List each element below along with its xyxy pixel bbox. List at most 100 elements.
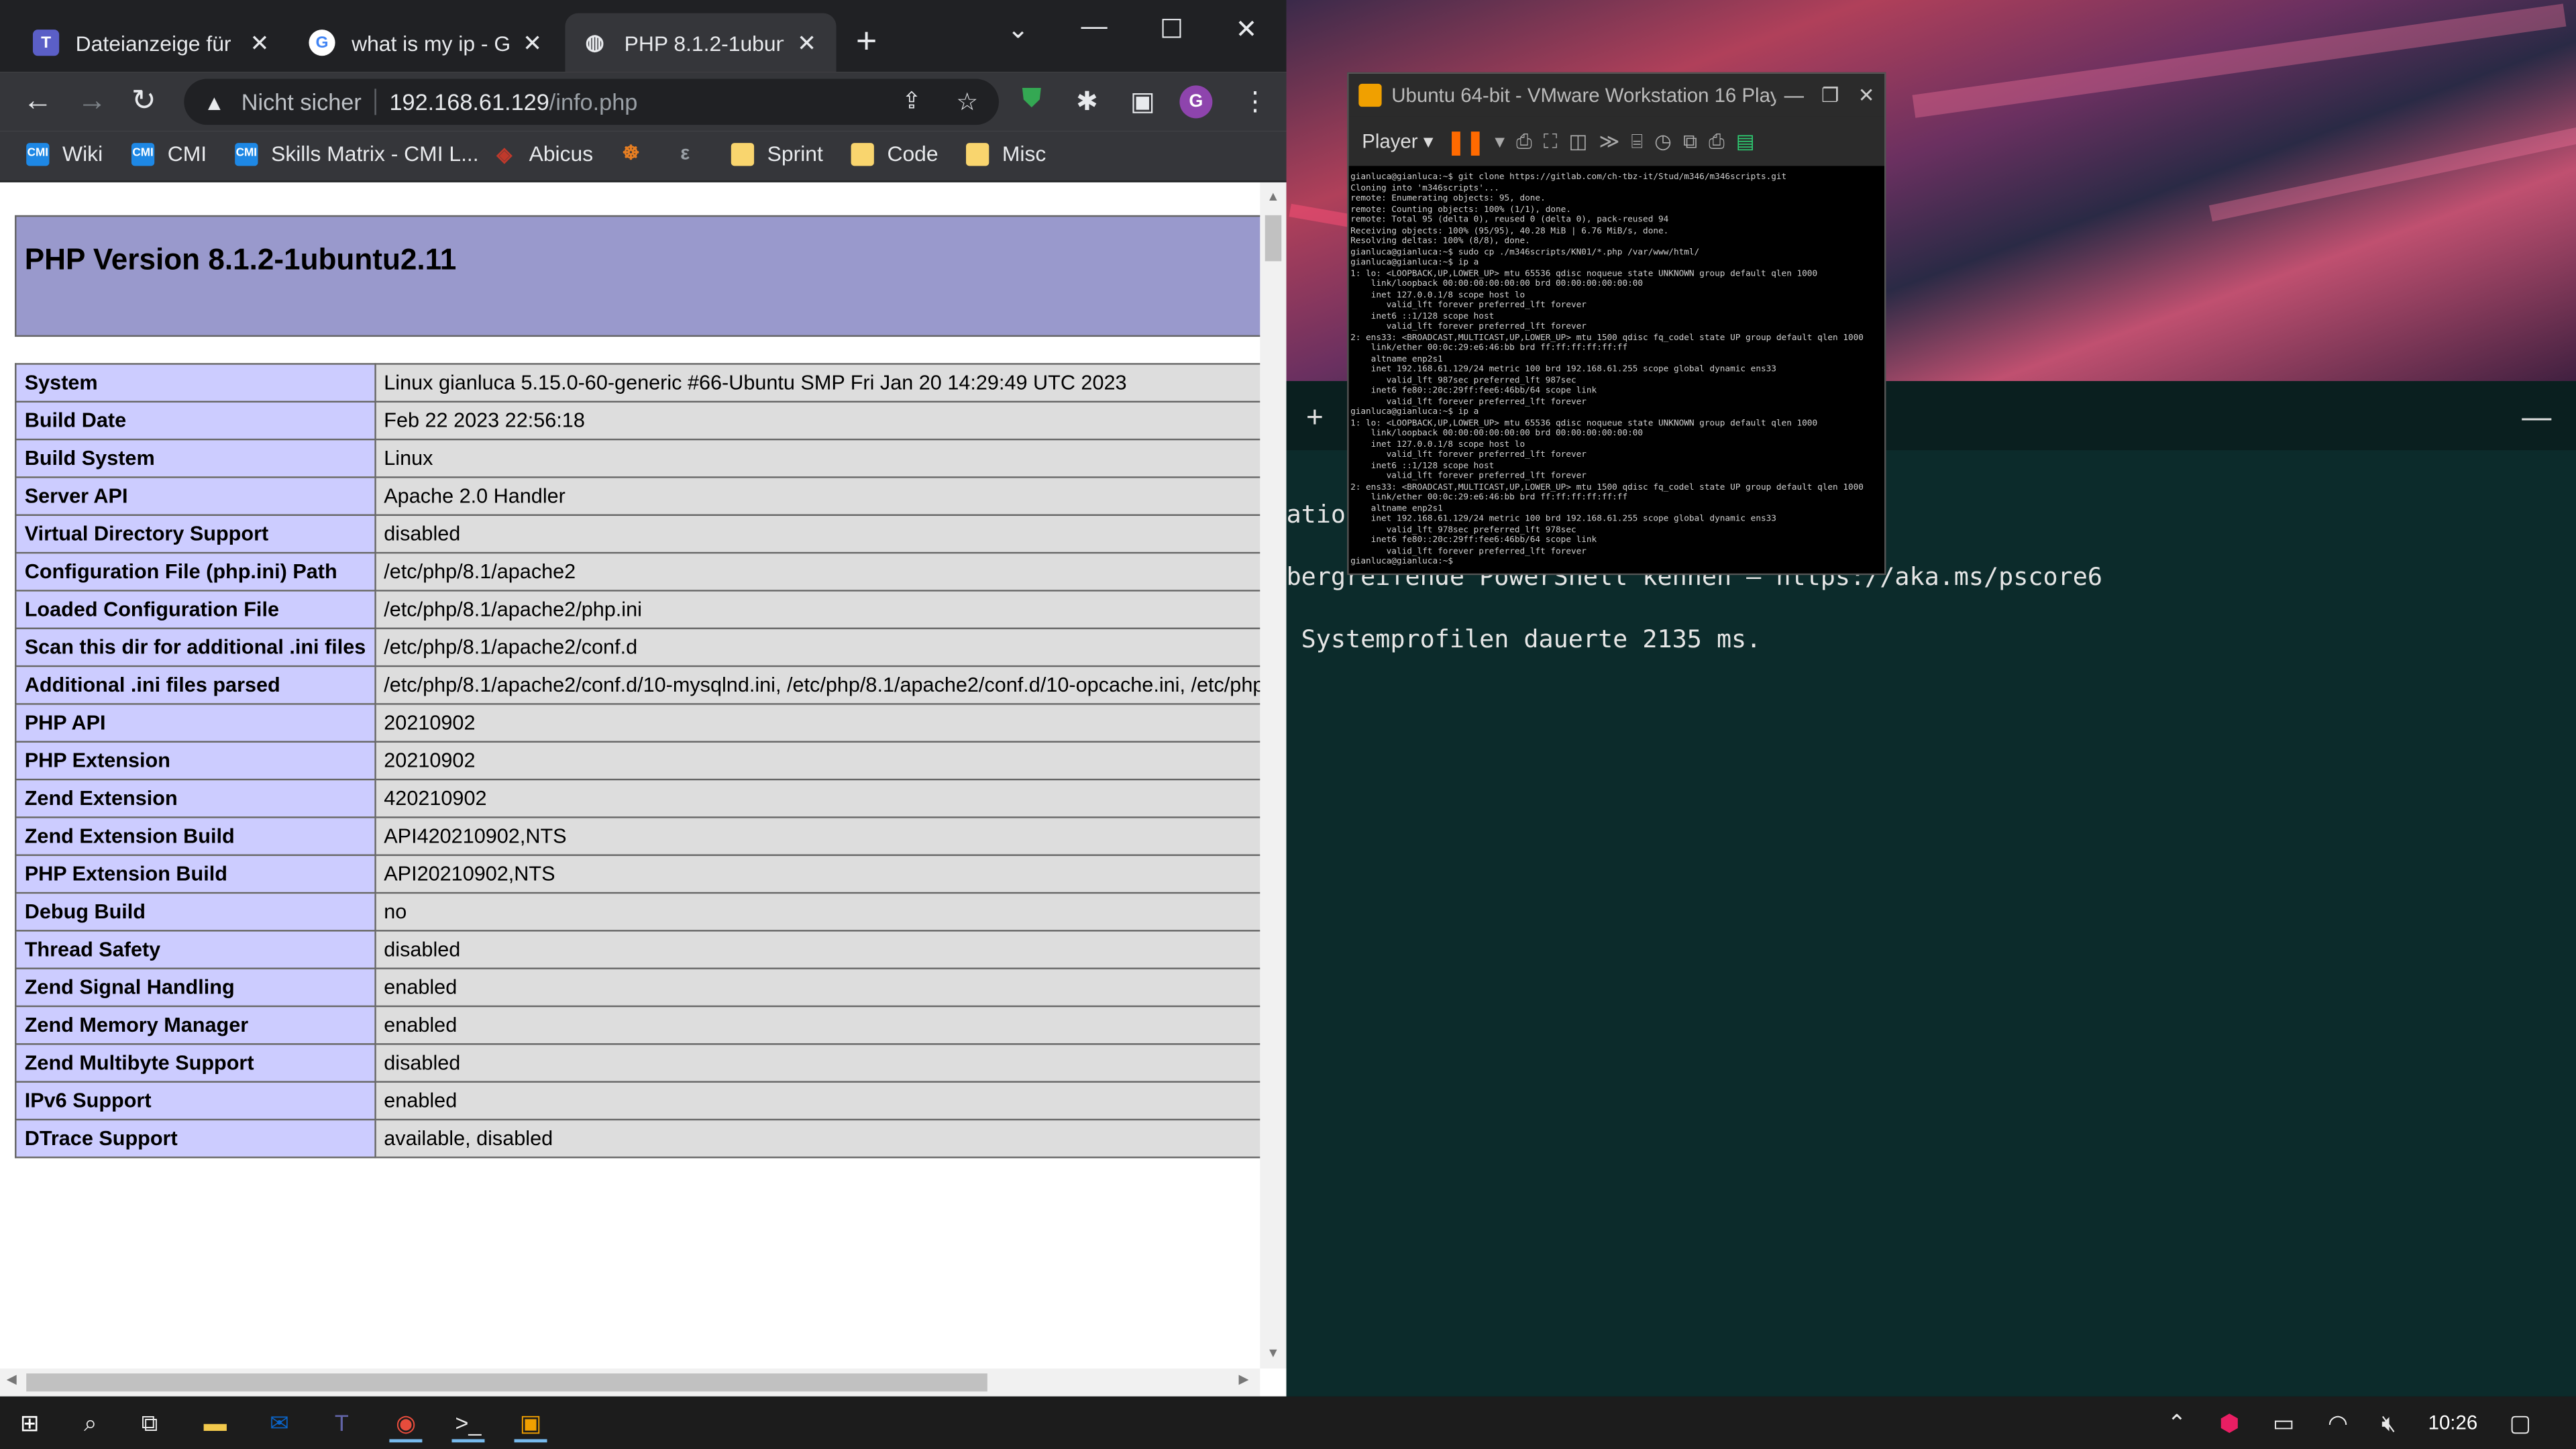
page-content: PHP Version 8.1.2-1ubuntu2.11 System Linu…	[0, 182, 1260, 1369]
tab-phpinfo[interactable]: ◍ PHP 8.1.2-1ubuntu ✕	[565, 13, 837, 72]
row-key: Loaded Configuration File	[15, 590, 376, 629]
bookmark-turtle[interactable]: ☸	[619, 142, 655, 164]
restore-icon[interactable]: ❐	[1812, 84, 1848, 107]
vm-console-screen[interactable]: gianluca@gianluca:~$ git clone https://g…	[1348, 166, 1885, 574]
close-tab-icon[interactable]: ✕	[519, 29, 545, 57]
app-tray-icon[interactable]: ⬢	[2213, 1406, 2246, 1439]
search-icon[interactable]: ⌕	[74, 1406, 107, 1439]
battery-icon[interactable]: ▭	[2267, 1406, 2300, 1439]
chevron-up-icon[interactable]: ⌃	[2160, 1406, 2193, 1439]
terminal-icon[interactable]: >_	[451, 1406, 485, 1443]
row-value: /etc/php/8.1/apache2/conf.d	[374, 627, 1260, 667]
table-row: Additional .ini files parsed/etc/php/8.1…	[15, 665, 1260, 705]
close-window-icon[interactable]: ✕	[1236, 13, 1258, 46]
shield-extension-icon[interactable]: ⛊	[1022, 85, 1041, 115]
minimize-icon[interactable]: —	[1081, 13, 1107, 43]
tab-teams[interactable]: T Dateianzeige für PI ✕	[16, 13, 289, 72]
page-title: PHP Version 8.1.2-1ubuntu2.11	[24, 243, 457, 276]
row-key: Build Date	[15, 400, 376, 441]
tab-google[interactable]: G what is my ip - Goo ✕	[292, 13, 562, 72]
row-value: 20210902	[374, 703, 1260, 743]
wifi-icon[interactable]: ◠	[2321, 1406, 2354, 1439]
turtle-icon: ☸	[622, 141, 640, 164]
chrome-icon[interactable]: ◉	[389, 1406, 423, 1443]
scroll-down-icon[interactable]: ▼	[1267, 1346, 1279, 1360]
forward-icon[interactable]: →	[77, 85, 107, 115]
vertical-scrollbar[interactable]: ▲ ▼	[1260, 182, 1287, 1369]
scrollbar-thumb[interactable]	[26, 1373, 987, 1392]
back-icon[interactable]: ←	[23, 85, 52, 115]
bookmark-star-icon[interactable]: ☆	[956, 87, 978, 117]
bookmark-cmi[interactable]: CMI CMI	[131, 142, 207, 166]
send-ctrl-alt-del-icon[interactable]: ⎙	[1516, 129, 1532, 154]
teams-icon: T	[32, 30, 60, 56]
new-tab-button[interactable]: +	[856, 22, 877, 59]
table-row: Thread Safety disabled	[15, 930, 1260, 969]
fullscreen-icon[interactable]: ⛶	[1544, 129, 1558, 154]
close-tab-icon[interactable]: ✕	[246, 29, 272, 57]
task-view-icon[interactable]: ⧉	[133, 1406, 166, 1439]
scroll-right-icon[interactable]: ▶	[1239, 1372, 1249, 1387]
printer-icon[interactable]: ⎙	[1709, 129, 1725, 154]
warning-icon[interactable]: ▲	[204, 89, 225, 114]
close-tab-icon[interactable]: ✕	[794, 29, 820, 57]
table-row: Debug Build no	[15, 892, 1260, 932]
share-icon[interactable]: ⇪	[902, 87, 922, 115]
maximize-icon[interactable]: ☐	[1160, 13, 1183, 46]
extensions-icon[interactable]: ✱	[1076, 85, 1098, 118]
row-value: 20210902	[374, 741, 1260, 781]
row-value: /etc/php/8.1/apache2	[374, 551, 1260, 592]
side-panel-icon[interactable]: ▣	[1130, 85, 1155, 118]
row-key: Zend Extension	[15, 778, 376, 818]
cmi-logo-icon: CMI	[131, 142, 155, 166]
row-value: 420210902	[374, 778, 1260, 818]
outlook-icon[interactable]: ✉	[263, 1406, 296, 1439]
arrows-icon[interactable]: ≫	[1599, 129, 1619, 152]
clock[interactable]: 10:26	[2428, 1411, 2478, 1434]
drive-icon[interactable]: ⌸	[1631, 129, 1643, 154]
row-key: Additional .ini files parsed	[15, 665, 376, 705]
row-key: Scan this dir for additional .ini files	[15, 627, 376, 667]
bookmark-wiki[interactable]: CMI Wiki	[26, 142, 103, 166]
e-icon: ε	[680, 141, 690, 164]
horizontal-scrollbar[interactable]: ◀ ▶	[0, 1368, 1260, 1397]
bookmark-e[interactable]: ε	[674, 142, 710, 164]
file-explorer-icon[interactable]: ▬	[199, 1406, 231, 1439]
bookmark-folder-sprint[interactable]: Sprint	[731, 142, 823, 166]
reload-icon[interactable]: ↻	[131, 85, 156, 115]
volume-muted-icon[interactable]: 🔇︎	[2372, 1406, 2405, 1439]
bookmark-abicus[interactable]: ◈ Abicus	[493, 142, 594, 166]
avatar[interactable]: G	[1179, 85, 1213, 119]
row-key: IPv6 Support	[15, 1081, 376, 1121]
new-terminal-tab-icon[interactable]: +	[1306, 401, 1324, 435]
bookmark-folder-misc[interactable]: Misc	[966, 142, 1046, 166]
address-bar[interactable]: ▲ Nicht sicher 192.168.61.129 /info.php …	[184, 78, 999, 125]
security-status[interactable]: Nicht sicher	[241, 89, 362, 115]
close-window-icon[interactable]: ✕	[1848, 84, 1884, 107]
network-icon[interactable]: ⧉	[1683, 129, 1697, 154]
table-row: Zend Signal Handling enabled	[15, 967, 1260, 1008]
scrollbar-thumb[interactable]	[1265, 215, 1282, 262]
notes-icon[interactable]: ▤	[1736, 129, 1755, 152]
bookmark-folder-code[interactable]: Code	[851, 142, 938, 166]
menu-icon[interactable]: ⋮	[1242, 85, 1268, 118]
row-value: enabled	[374, 967, 1260, 1008]
teams-icon[interactable]: T	[325, 1406, 358, 1439]
table-row: Configuration File (php.ini) Path/etc/ph…	[15, 551, 1260, 592]
minimize-icon[interactable]: —	[2522, 401, 2551, 435]
table-row: PHP Extension Build API20210902,NTS	[15, 854, 1260, 894]
notifications-icon[interactable]: ▢	[2504, 1406, 2536, 1439]
clock-icon[interactable]: ◷	[1654, 129, 1672, 152]
pause-icon[interactable]: ❚❚	[1446, 127, 1485, 156]
unity-icon[interactable]: ◫	[1569, 129, 1588, 152]
scroll-up-icon[interactable]: ▲	[1267, 189, 1279, 204]
windows-start-icon[interactable]: ⊞	[13, 1406, 46, 1439]
bookmark-skills-matrix[interactable]: CMI Skills Matrix - CMI L...	[235, 142, 479, 166]
dropdown-icon[interactable]: ▾	[1495, 129, 1505, 152]
player-menu[interactable]: Player ▾	[1362, 129, 1433, 152]
scroll-left-icon[interactable]: ◀	[7, 1372, 17, 1387]
tab-search-icon[interactable]: ⌄	[1007, 13, 1029, 46]
vmware-icon[interactable]: ▣	[514, 1406, 547, 1443]
row-key: PHP Extension	[15, 741, 376, 781]
minimize-icon[interactable]: —	[1776, 84, 1812, 107]
